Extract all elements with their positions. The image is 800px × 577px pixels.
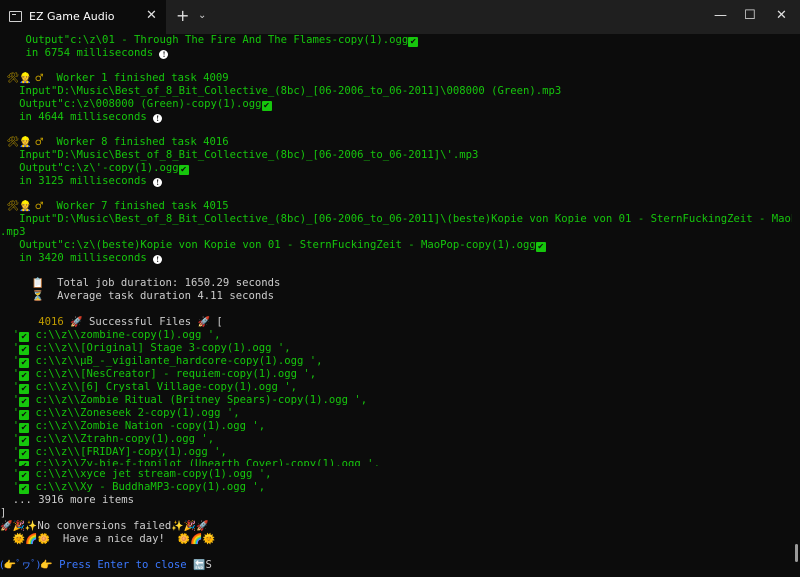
worker-icon: 🛠👷 ♂ — [6, 73, 44, 84]
check-icon: ✔ — [408, 37, 419, 47]
worker-icon: 🛠👷 ♂ — [6, 137, 44, 148]
no-failures-line: 🚀🎉✨No conversions failed✨🎉🚀 — [0, 520, 209, 532]
check-icon: ✔ — [178, 165, 189, 175]
list-item: ' ✔ c:\\z\\[NesCreator] - requiem-copy(1)… — [0, 368, 317, 381]
info-icon: ! — [153, 178, 163, 187]
title-bar: EZ Game Audio ✕ + ⌄ — ☐ ✕ — [0, 0, 800, 34]
info-icon: ! — [153, 114, 163, 123]
worker-header: 🛠👷 ♂ Worker 7 finished task 4015 — [6, 200, 229, 212]
output-line: Output"c:\z\008000 (Green)-copy(1).ogg ✔ — [19, 98, 272, 111]
info-icon: ! — [153, 255, 163, 264]
nice-day-line: 🌞🌈🌼 Have a nice day! 🌼🌈🌞 — [12, 533, 216, 545]
flower-rainbow-icon: 🌼🌈🌞 — [177, 534, 216, 545]
check-icon: ✔ — [19, 371, 30, 381]
average-duration-line: ⏳ Average task duration 4.11 seconds — [31, 290, 274, 302]
check-icon: ✔ — [19, 471, 30, 481]
list-item: ' ✔ c:\\z\\[6] Crystal Village-copy(1).og… — [0, 381, 298, 394]
output-line: Output"c:\z\'-copy(1).ogg ✔ — [19, 162, 189, 175]
input-line-wrap: .mp3 — [0, 226, 26, 238]
list-item: ' ✔ c:\\z\\zombine-copy(1).ogg ', — [0, 329, 221, 342]
output-line: Output"c:\z\01 - Through The Fire And Th… — [25, 34, 419, 47]
terminal-output[interactable]: Output"c:\z\01 - Through The Fire And Th… — [0, 34, 792, 577]
check-icon: ✔ — [19, 410, 30, 420]
input-line: Input"D:\Music\Best_of_8_Bit_Collective_… — [19, 149, 479, 161]
info-icon: ! — [159, 50, 169, 59]
pointing-face-icon: (👉ﾟヮﾟ)👉 — [0, 560, 53, 571]
list-item: ' ✔ c:\\z\\Zy-bie-f-topilot (Unearth Cove… — [0, 458, 380, 466]
check-icon: ✔ — [19, 332, 30, 342]
terminal-icon — [9, 11, 22, 22]
close-window-button[interactable]: ✕ — [776, 8, 787, 23]
list-item: ' ✔ c:\\z\\µB_-_vigilante_hardcore-copy(1… — [0, 355, 323, 368]
check-icon: ✔ — [19, 423, 30, 433]
cursor: S — [205, 559, 212, 571]
close-bracket-line: ] — [0, 507, 7, 519]
list-item: ' ✔ c:\\z\\Zombie Ritual (Britney Spears)… — [0, 394, 368, 407]
check-icon: ✔ — [261, 101, 272, 111]
check-icon: ✔ — [19, 345, 30, 355]
rocket-party-icon: 🚀🎉✨ — [0, 521, 38, 532]
duration-line: in 3420 milliseconds ! — [0, 252, 163, 265]
input-line: Input"D:\Music\Best_of_8_Bit_Collective_… — [19, 213, 792, 225]
list-item: ' ✔ c:\\z\\xyce jet stream-copy(1).ogg ', — [0, 468, 272, 481]
sun-rainbow-icon: 🌞🌈🌼 — [12, 534, 51, 545]
rocket-icon: 🚀 — [197, 317, 210, 328]
new-tab-button[interactable]: + — [176, 6, 189, 25]
list-item: ' ✔ c:\\z\\Zoneseek 2-copy(1).ogg ', — [0, 407, 240, 420]
input-line: Input"D:\Music\Best_of_8_Bit_Collective_… — [19, 85, 562, 97]
worker-header: 🛠👷 ♂ Worker 8 finished task 4016 — [6, 136, 229, 148]
duration-line: in 3125 milliseconds ! — [0, 175, 163, 188]
output-line: Output"c:\z\(beste)Kopie von Kopie von 0… — [19, 239, 546, 252]
sparkles-party-icon: ✨🎉🚀 — [171, 521, 209, 532]
check-icon: ✔ — [19, 484, 30, 494]
tab-title: EZ Game Audio — [29, 10, 115, 23]
check-icon: ✔ — [19, 436, 30, 446]
duration-line: in 6754 milliseconds ! — [0, 47, 169, 60]
worker-icon: 🛠👷 ♂ — [6, 201, 44, 212]
list-item: ' ✔ c:\\z\\Ztrahn-copy(1).ogg ', — [0, 433, 215, 446]
maximize-button[interactable]: ☐ — [744, 8, 756, 23]
tab-close-icon[interactable]: ✕ — [146, 8, 157, 23]
scrollbar-track[interactable] — [793, 34, 800, 577]
check-icon: ✔ — [19, 384, 30, 394]
successful-files-header: 4016 🚀 Successful Files 🚀 [ — [38, 316, 223, 328]
tab-ez-game-audio[interactable]: EZ Game Audio ✕ — [0, 0, 166, 34]
more-items-line: ... 3916 more items — [12, 494, 134, 506]
minimize-button[interactable]: — — [714, 8, 727, 23]
check-icon: ✔ — [19, 358, 30, 368]
hourglass-icon: ⏳ — [31, 291, 45, 302]
rocket-icon: 🚀 — [70, 317, 83, 328]
total-duration-line: 📋 Total job duration: 1650.29 seconds — [31, 277, 281, 289]
check-icon: ✔ — [535, 242, 546, 252]
end-icon: 🔚 — [193, 560, 206, 571]
duration-line: in 4644 milliseconds ! — [0, 111, 163, 124]
clipboard-icon: 📋 — [31, 278, 45, 289]
list-item: ' ✔ c:\\z\\[Original] Stage 3-copy(1).ogg… — [0, 342, 291, 355]
press-enter-prompt[interactable]: (👉ﾟヮﾟ)👉 Press Enter to close 🔚S — [0, 559, 212, 572]
worker-header: 🛠👷 ♂ Worker 1 finished task 4009 — [6, 72, 229, 84]
check-icon: ✔ — [19, 461, 30, 466]
list-item: ' ✔ c:\\z\\Xy - BuddhaMP3-copy(1).ogg ', — [0, 481, 266, 494]
check-icon: ✔ — [19, 397, 30, 407]
list-item: ' ✔ c:\\z\\Zombie Nation -copy(1).ogg ', — [0, 420, 266, 433]
scrollbar-thumb[interactable] — [795, 544, 798, 562]
chevron-down-icon[interactable]: ⌄ — [198, 10, 206, 21]
